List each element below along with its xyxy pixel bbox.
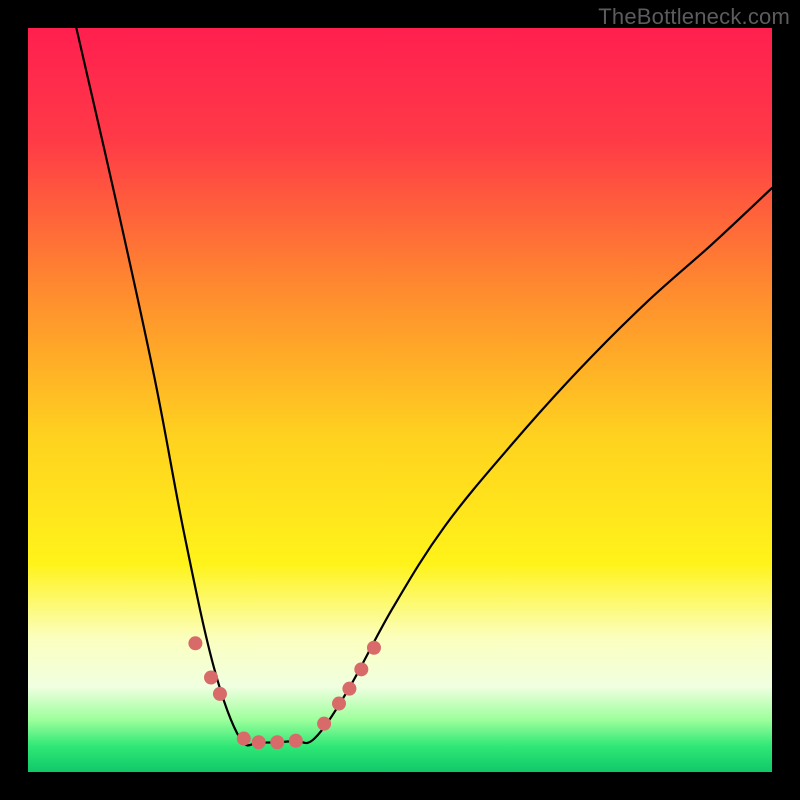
curve-marker: [270, 735, 284, 749]
curve-marker: [367, 641, 381, 655]
curve-marker: [332, 697, 346, 711]
curve-marker: [289, 734, 303, 748]
curve-marker: [204, 671, 218, 685]
curve-marker: [354, 662, 368, 676]
curve-marker: [188, 636, 202, 650]
plot-svg: [28, 28, 772, 772]
curve-marker: [317, 717, 331, 731]
outer-frame: TheBottleneck.com: [0, 0, 800, 800]
gradient-background: [28, 28, 772, 772]
curve-marker: [342, 682, 356, 696]
curve-marker: [252, 735, 266, 749]
plot-area: [28, 28, 772, 772]
watermark-text: TheBottleneck.com: [598, 4, 790, 30]
curve-marker: [213, 687, 227, 701]
curve-marker: [237, 732, 251, 746]
